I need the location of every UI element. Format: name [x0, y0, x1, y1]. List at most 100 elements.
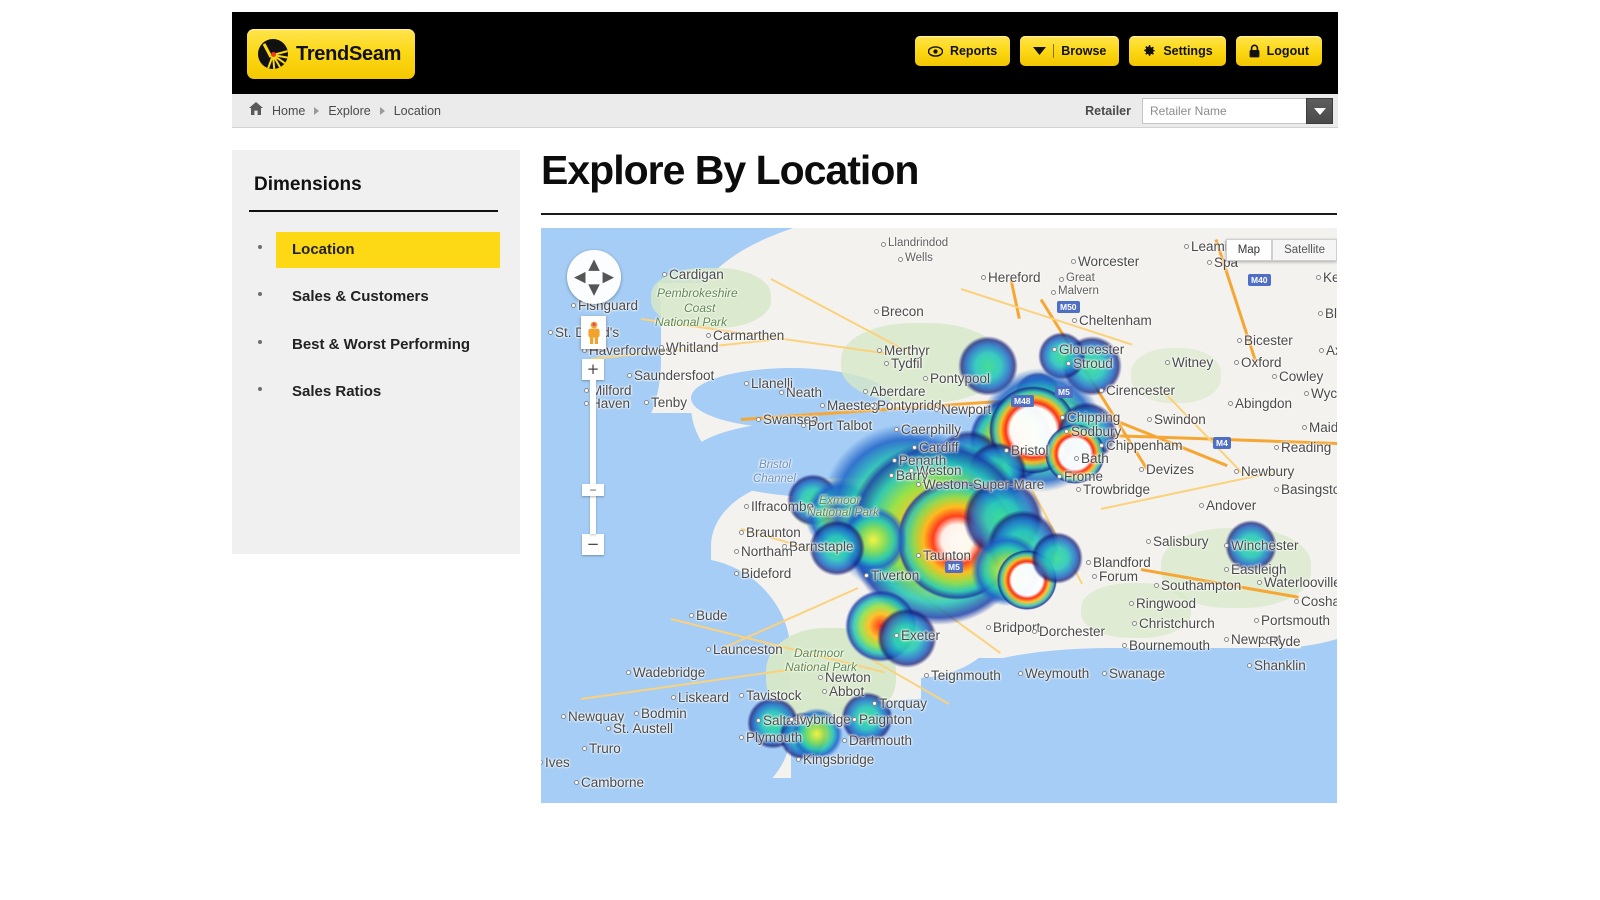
- map-place-label: Dartmouth: [849, 733, 912, 748]
- map-place-label: Chippenham: [1106, 438, 1183, 453]
- street-view-pegman-icon[interactable]: [581, 316, 606, 349]
- location-heatmap-map[interactable]: CardiganLlandrindodWellsHerefordWorceste…: [541, 228, 1337, 803]
- map-city-dot: [1254, 618, 1259, 623]
- map-city-dot: [1199, 503, 1204, 508]
- map-place-label: Tavistock: [746, 688, 802, 703]
- breadcrumb-item-home[interactable]: Home: [272, 104, 305, 118]
- retailer-input[interactable]: [1142, 98, 1306, 124]
- reports-label: Reports: [950, 44, 997, 58]
- map-city-dot: [852, 717, 857, 722]
- map-type-satellite[interactable]: Satellite: [1272, 239, 1337, 261]
- map-place-label: Teignmouth: [931, 668, 1001, 683]
- caret-down-icon: [1033, 47, 1046, 55]
- settings-button[interactable]: Settings: [1129, 36, 1225, 66]
- sidebar-item-best-worst-performing[interactable]: Best & Worst Performing: [276, 327, 500, 363]
- map-city-dot: [1154, 583, 1159, 588]
- map-type-map[interactable]: Map: [1226, 239, 1272, 261]
- map-place-label: Cardiff: [919, 440, 959, 455]
- reports-button[interactable]: Reports: [915, 36, 1010, 66]
- map-place-label: Launceston: [713, 642, 783, 657]
- sidebar-item-sales-ratios[interactable]: Sales Ratios: [276, 374, 500, 410]
- zoom-in-button[interactable]: +: [582, 359, 604, 380]
- map-city-dot: [561, 714, 566, 719]
- map-city-dot: [820, 403, 825, 408]
- map-place-label: Abbot: [829, 684, 864, 699]
- map-place-label: Trowbridge: [1083, 482, 1150, 497]
- map-place-label: Ilfracombe: [751, 499, 814, 514]
- map-city-dot: [756, 718, 761, 723]
- retailer-selector: Retailer: [1085, 98, 1333, 124]
- breadcrumb-separator: [380, 107, 385, 115]
- map-city-dot: [889, 473, 894, 478]
- sidebar-item-location[interactable]: Location: [276, 232, 500, 268]
- map-place-label: Cosham: [1301, 594, 1337, 609]
- map-city-dot: [1092, 574, 1097, 579]
- map-place-label: Great: [1066, 272, 1095, 284]
- list-item: Location: [232, 232, 520, 268]
- map-city-dot: [912, 445, 917, 450]
- map-place-label: Wycomb: [1311, 386, 1337, 401]
- map-city-dot: [1099, 443, 1104, 448]
- map-place-label: Pontypool: [930, 371, 990, 386]
- map-city-dot: [916, 553, 921, 558]
- browse-button[interactable]: Browse: [1020, 36, 1119, 66]
- map-city-dot: [779, 390, 784, 395]
- map-place-label: Liskeard: [678, 690, 729, 705]
- map-place-label: Braunton: [746, 525, 801, 540]
- motorway-shield: M50: [1057, 301, 1080, 313]
- map-city-dot: [1086, 560, 1091, 565]
- map-place-label: Bideford: [741, 566, 791, 581]
- map-place-label: Newport: [1231, 632, 1281, 647]
- map-place-label: Bicester: [1244, 333, 1293, 348]
- map-city-dot: [1228, 401, 1233, 406]
- zoom-slider-handle[interactable]: −: [582, 484, 604, 496]
- map-place-label: Newbury: [1241, 464, 1294, 479]
- eye-icon: [928, 46, 943, 57]
- map-city-dot: [863, 389, 868, 394]
- zoom-out-button[interactable]: −: [582, 534, 604, 555]
- map-place-label: Neath: [786, 385, 822, 400]
- map-city-dot: [1132, 621, 1137, 626]
- home-icon[interactable]: [249, 102, 263, 120]
- map-place-label: Bournemouth: [1129, 638, 1210, 653]
- motorway-shield: M4: [1213, 437, 1231, 449]
- map-place-label: Oxford: [1241, 355, 1282, 370]
- logout-button[interactable]: Logout: [1236, 36, 1322, 66]
- map-place-label: Swindon: [1154, 412, 1206, 427]
- dimensions-sidebar: Dimensions Location Sales & Customers Be…: [232, 150, 520, 554]
- retailer-dropdown-button[interactable]: [1306, 98, 1333, 124]
- map-place-label: Truro: [589, 741, 621, 756]
- map-city-dot: [894, 427, 899, 432]
- map-city-dot: [1074, 456, 1079, 461]
- map-city-dot: [671, 695, 676, 700]
- map-place-label: National Park: [785, 660, 857, 674]
- map-place-label: Wadebridge: [633, 665, 705, 680]
- breadcrumb-item-explore[interactable]: Explore: [328, 104, 370, 118]
- map-place-label: Weston-Super-Mare: [923, 477, 1044, 492]
- brand-logo[interactable]: TrendSeam: [247, 29, 415, 79]
- sidebar-item-sales-customers[interactable]: Sales & Customers: [276, 279, 500, 315]
- zoom-slider-track[interactable]: −: [590, 380, 596, 534]
- map-place-label: Llandrindod: [888, 237, 948, 249]
- map-city-dot: [981, 275, 986, 280]
- map-place-label: Tydfil: [891, 356, 923, 371]
- map-city-dot: [1272, 374, 1277, 379]
- map-place-label: Wells: [905, 252, 933, 264]
- map-city-dot: [789, 717, 794, 722]
- map-city-dot: [1032, 629, 1037, 634]
- breadcrumb-item-location[interactable]: Location: [394, 104, 441, 118]
- map-city-dot: [894, 633, 899, 638]
- title-rule: [541, 213, 1337, 215]
- map-city-dot: [1051, 290, 1056, 295]
- map-city-dot: [634, 711, 639, 716]
- map-place-label: Cheltenham: [1079, 313, 1152, 328]
- map-place-label: Bude: [696, 608, 728, 623]
- brand-name: TrendSeam: [296, 43, 401, 66]
- list-item: Sales Ratios: [232, 374, 520, 410]
- pan-arrows-icon[interactable]: ▲ ◀ ▶ ▼: [567, 250, 621, 304]
- map-place-label: Sodbury: [1071, 424, 1121, 439]
- map-city-dot: [744, 381, 749, 386]
- map-city-dot: [986, 625, 991, 630]
- map-city-dot: [1072, 318, 1077, 323]
- map-place-label: Waterlooville: [1264, 575, 1337, 590]
